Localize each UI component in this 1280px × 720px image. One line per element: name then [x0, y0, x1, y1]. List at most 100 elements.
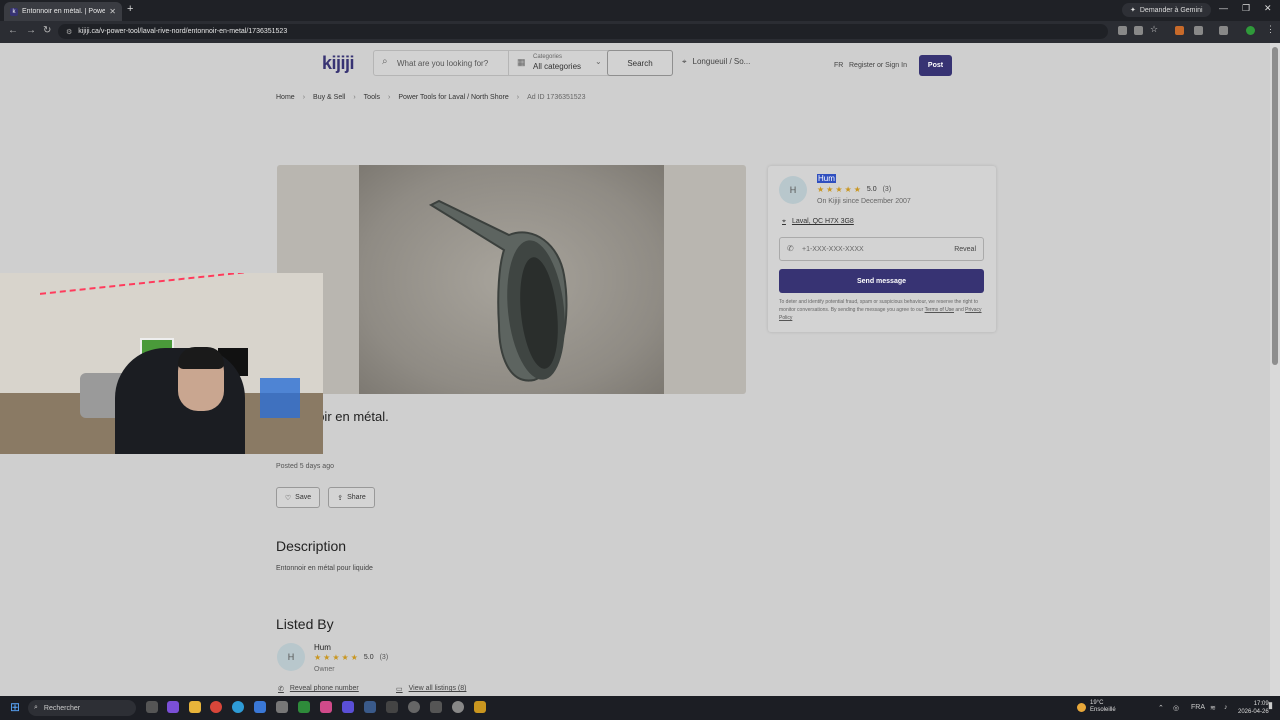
cast-icon[interactable] [1134, 26, 1143, 35]
phone-icon: ✆ [278, 686, 284, 693]
seller-name[interactable]: Hum [817, 174, 836, 183]
profile-avatar-icon[interactable] [1246, 26, 1255, 35]
volume-icon[interactable]: ♪ [1224, 704, 1228, 711]
star-icon: ★ [826, 185, 834, 194]
restore-icon[interactable]: ❐ [1242, 3, 1250, 14]
star-icon: ★ [323, 653, 331, 662]
reload-icon[interactable]: ↻ [43, 25, 51, 36]
app-icon[interactable] [430, 701, 442, 713]
scrollbar[interactable] [1270, 43, 1280, 696]
browser-tab-bar [0, 0, 1280, 21]
reveal-button[interactable]: Reveal [954, 246, 976, 253]
system-clock[interactable]: 17:09 2026-04-26 [1238, 700, 1269, 716]
fine-print-and: and [955, 307, 964, 313]
seller-role: Owner [314, 666, 335, 673]
send-message-button[interactable]: Send message [779, 269, 984, 293]
taskbar-search[interactable]: ⌕ Rechercher [28, 700, 136, 716]
site-info-icon[interactable]: ⚙ [66, 28, 72, 36]
star-icon: ★ [853, 185, 861, 194]
extensions-puzzle-icon[interactable] [1194, 26, 1203, 35]
translate-icon[interactable] [1118, 26, 1127, 35]
wifi-icon[interactable]: ≋ [1210, 704, 1216, 712]
store-icon[interactable] [320, 701, 332, 713]
phone-number-masked: +1-XXX-XXX-XXXX [802, 246, 864, 253]
description-text: Entonnoir en métal pour liquide [276, 565, 373, 572]
breadcrumb-home[interactable]: Home [276, 94, 295, 101]
menu-kebab-icon[interactable]: ⋮ [1266, 24, 1275, 34]
search-button[interactable]: Search [607, 50, 673, 76]
weather-text: Ensoleillé [1090, 707, 1116, 713]
bookmark-star-icon[interactable]: ☆ [1150, 24, 1159, 34]
search-input[interactable]: What are you looking for? [397, 59, 488, 68]
input-language[interactable]: FRA [1191, 704, 1205, 711]
copilot-icon[interactable] [167, 701, 179, 713]
listings-icon: ▭ [396, 686, 403, 693]
phone-icon: ✆ [787, 244, 794, 253]
phone-field: ✆ +1-XXX-XXX-XXXX Reveal [779, 237, 984, 261]
obs-icon[interactable] [342, 701, 354, 713]
new-tab-icon[interactable]: + [127, 3, 133, 15]
save-button[interactable]: ♡ Save [276, 487, 320, 508]
settings-icon[interactable] [276, 701, 288, 713]
minimize-icon[interactable]: — [1219, 3, 1228, 13]
edge-icon[interactable] [232, 701, 244, 713]
app-icon[interactable] [386, 701, 398, 713]
close-tab-icon[interactable]: ✕ [109, 7, 116, 16]
file-explorer-icon[interactable] [189, 701, 201, 713]
gemini-label: Demander à Gemini [1139, 6, 1203, 14]
close-window-icon[interactable]: ✕ [1264, 3, 1272, 14]
reveal-phone-link[interactable]: ✆ Reveal phone number [278, 685, 359, 693]
breadcrumb-tools[interactable]: Tools [364, 94, 380, 101]
view-all-listings-link[interactable]: ▭ View all listings (8) [396, 685, 466, 693]
share-label: Share [347, 494, 366, 501]
location-selector[interactable]: ⌖ Longueuil / So... [682, 57, 750, 67]
address-text: Laval, QC H7X 3G8 [791, 218, 854, 225]
seller-card: H Hum ★ ★ ★ ★ ★ 5.0 (3) On Kijiji since Dece… [768, 166, 996, 332]
app-icon[interactable] [474, 701, 486, 713]
star-icon: ★ [350, 653, 358, 662]
rating-count: (3) [379, 654, 389, 661]
breadcrumb-buy-sell[interactable]: Buy & Sell [313, 94, 345, 101]
browser-tab[interactable]: k Entonnoir en métal. | Power To ✕ [4, 2, 122, 21]
notification-icon[interactable]: ▮ [1268, 700, 1273, 711]
listing-photo[interactable] [277, 165, 746, 394]
seller-address-link[interactable]: ⌖ Laval, QC H7X 3G8 [782, 218, 854, 226]
back-icon[interactable]: ← [8, 25, 18, 36]
sparkle-icon: ✦ [1130, 7, 1136, 14]
forward-icon[interactable]: → [26, 25, 36, 36]
terms-of-use-link[interactable]: Terms of Use [925, 307, 954, 313]
sidebar-icon[interactable] [1219, 26, 1228, 35]
share-button[interactable]: ⇪ Share [328, 487, 375, 508]
avatar[interactable]: H [779, 176, 807, 204]
scrollbar-thumb[interactable] [1272, 47, 1278, 365]
outlook-icon[interactable] [254, 701, 266, 713]
post-button[interactable]: Post [919, 55, 952, 76]
extension-icon[interactable] [1175, 26, 1184, 35]
weather-widget[interactable]: 19°C Ensoleillé [1077, 700, 1116, 714]
gemini-button[interactable]: ✦ Demander à Gemini [1122, 3, 1211, 17]
kijiji-logo[interactable]: kijiji [322, 53, 355, 74]
task-view-icon[interactable] [146, 701, 158, 713]
steam-icon[interactable] [364, 701, 376, 713]
network-icon[interactable]: ◎ [1173, 704, 1179, 712]
app-icon[interactable] [452, 701, 464, 713]
heart-icon: ♡ [284, 494, 292, 502]
chevron-up-icon[interactable]: ⌃ [1158, 704, 1164, 712]
location-text: Longueuil / So... [692, 57, 751, 66]
url-field[interactable]: ⚙ kijiji.ca/v-power-tool/laval-rive-nord… [58, 24, 1108, 39]
language-toggle[interactable]: FR [834, 62, 843, 69]
register-signin-link[interactable]: Register or Sign In [849, 62, 907, 69]
xbox-icon[interactable] [298, 701, 310, 713]
seller-name[interactable]: Hum [314, 643, 331, 652]
breadcrumb-power-tools[interactable]: Power Tools for Laval / North Shore [398, 94, 508, 101]
app-icon[interactable] [408, 701, 420, 713]
chrome-icon[interactable] [210, 701, 222, 713]
location-pin-icon: ⌖ [682, 57, 687, 66]
breadcrumb-separator-icon: › [302, 94, 306, 101]
share-icon: ⇪ [337, 494, 344, 502]
taskbar-search-label: Rechercher [43, 704, 81, 712]
category-select[interactable]: ▦ Categories All categories ⌄ [508, 51, 608, 75]
windows-start-icon[interactable]: ⊞ [10, 700, 20, 714]
avatar[interactable]: H [277, 643, 305, 671]
category-value: All categories [533, 62, 582, 71]
